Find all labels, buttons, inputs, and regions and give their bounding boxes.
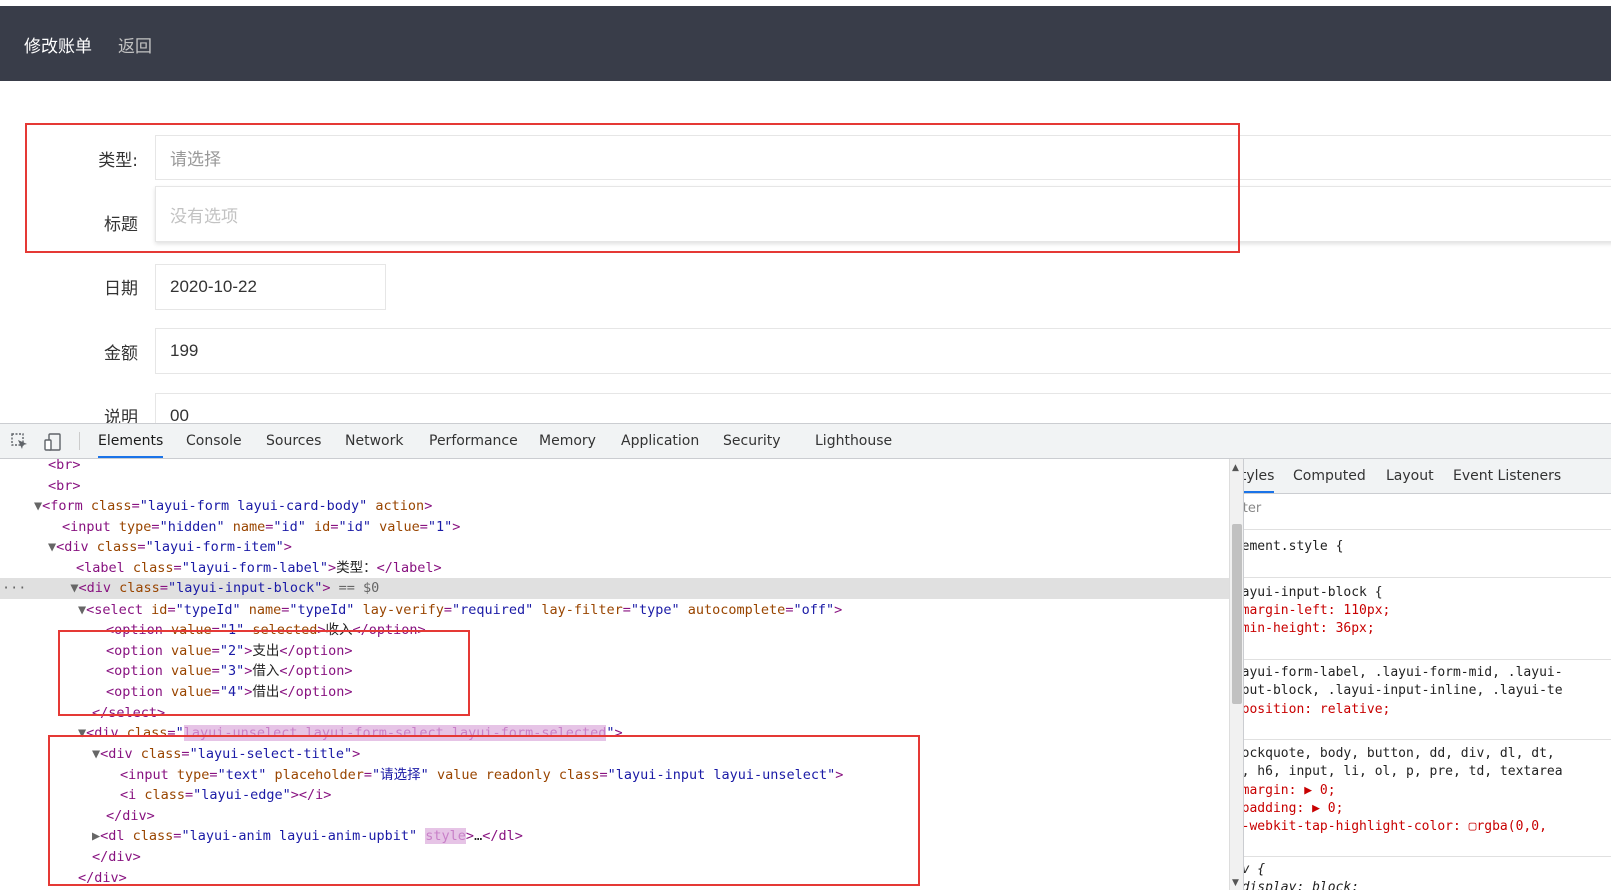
device-toolbar-icon[interactable] bbox=[43, 432, 63, 452]
amount-input[interactable]: 199 bbox=[155, 328, 1611, 374]
styles-divider bbox=[1244, 856, 1611, 857]
date-label: 日期 bbox=[104, 279, 138, 299]
amount-value: 199 bbox=[170, 341, 199, 360]
devtools-toolbar: Elements Console Sources Network Perform… bbox=[0, 424, 1611, 459]
note-input[interactable]: 00 bbox=[155, 393, 1611, 423]
note-label: 说明 bbox=[104, 408, 138, 423]
tab-console[interactable]: Console bbox=[186, 424, 242, 458]
amount-label: 金额 bbox=[104, 344, 138, 364]
scroll-up-icon[interactable]: ▲ bbox=[1232, 463, 1239, 473]
date-value: 2020-10-22 bbox=[170, 277, 257, 296]
tab-event-listeners[interactable]: Event Listeners bbox=[1453, 459, 1561, 493]
style-rule-line: .layui-form-label, .layui-form-mid, .lay… bbox=[1243, 665, 1563, 680]
scroll-thumb[interactable] bbox=[1232, 524, 1242, 704]
annotation-box-form bbox=[25, 123, 1240, 253]
styles-divider bbox=[1244, 529, 1611, 530]
dom-node-br[interactable]: <br> bbox=[0, 476, 1229, 497]
nav-title[interactable]: 修改账单 bbox=[24, 32, 92, 57]
tab-computed[interactable]: Computed bbox=[1293, 459, 1366, 493]
dom-node-label[interactable]: <label class="layui-form-label">类型：</lab… bbox=[0, 558, 1229, 579]
tab-memory[interactable]: Memory bbox=[539, 424, 596, 458]
styles-pane: Styles Computed Layout Event Listeners F… bbox=[1243, 459, 1611, 890]
style-rule-line: div { bbox=[1244, 862, 1266, 877]
dom-node-input-hidden[interactable]: <input type="hidden" name="id" id="id" v… bbox=[0, 517, 1229, 538]
tab-security[interactable]: Security bbox=[723, 424, 781, 458]
app-viewport: 修改账单 返回 类型: 请选择 标题 没有选项 日期 2020-10-22 金额… bbox=[0, 0, 1611, 423]
styles-filter-input[interactable]: Filter bbox=[1244, 501, 1261, 516]
style-prop-line: padding: ▶ 0; bbox=[1243, 801, 1344, 816]
style-rule-line: input-block, .layui-input-inline, .layui… bbox=[1243, 683, 1563, 698]
tab-performance[interactable]: Performance bbox=[429, 424, 518, 458]
style-rule-line: element.style { bbox=[1244, 539, 1344, 554]
style-prop-line: margin-left: 110px; bbox=[1243, 603, 1391, 618]
tab-network[interactable]: Network bbox=[345, 424, 403, 458]
styles-divider bbox=[1244, 739, 1611, 740]
dom-node-form-item[interactable]: ▼<div class="layui-form-item"> bbox=[0, 537, 1229, 558]
styles-divider bbox=[1244, 577, 1611, 578]
style-rule-line: h5, h6, input, li, ol, p, pre, td, texta… bbox=[1243, 764, 1563, 779]
inspect-element-icon[interactable] bbox=[10, 432, 30, 452]
nav-back-link[interactable]: 返回 bbox=[118, 32, 152, 57]
tab-elements[interactable]: Elements bbox=[98, 424, 164, 458]
dom-node-form[interactable]: ▼<form class="layui-form layui-card-body… bbox=[0, 496, 1229, 517]
toolbar-divider bbox=[79, 432, 80, 450]
dom-node-input-block-selected[interactable]: ··· ▼<div class="layui-input-block"> == $… bbox=[0, 578, 1229, 599]
devtools-panel: Elements Console Sources Network Perform… bbox=[0, 423, 1611, 890]
note-value: 00 bbox=[170, 406, 189, 423]
annotation-box-select-wrapper bbox=[48, 735, 920, 886]
row-ellipsis: ··· bbox=[2, 580, 27, 596]
tab-sources[interactable]: Sources bbox=[266, 424, 321, 458]
styles-divider bbox=[1244, 659, 1611, 660]
tab-styles[interactable]: Styles bbox=[1244, 459, 1275, 493]
style-rule-line: blockquote, body, button, dd, div, dl, d… bbox=[1243, 746, 1555, 761]
dom-node-br[interactable]: <br> bbox=[0, 459, 1229, 476]
style-prop-line: margin: ▶ 0; bbox=[1243, 783, 1336, 798]
scroll-down-icon[interactable]: ▼ bbox=[1232, 878, 1239, 888]
tab-layout[interactable]: Layout bbox=[1386, 459, 1434, 493]
dom-node-select[interactable]: ▼<select id="typeId" name="typeId" lay-v… bbox=[0, 600, 1229, 621]
style-prop-line: min-height: 36px; bbox=[1243, 621, 1375, 636]
elements-scrollbar[interactable]: ▲ ▼ bbox=[1229, 459, 1244, 890]
elements-tree: <br> <br> ▼<form class="layui-form layui… bbox=[0, 459, 1229, 890]
tab-application[interactable]: Application bbox=[621, 424, 699, 458]
date-input[interactable]: 2020-10-22 bbox=[155, 264, 386, 310]
style-prop-line: -webkit-tap-highlight-color: ▢rgba(0,0, bbox=[1243, 819, 1547, 834]
tab-lighthouse[interactable]: Lighthouse bbox=[815, 424, 892, 458]
styles-tabs: Styles Computed Layout Event Listeners bbox=[1244, 459, 1611, 494]
annotation-box-options bbox=[58, 630, 470, 716]
top-navbar: 修改账单 返回 bbox=[0, 6, 1611, 81]
style-rule-line: .layui-input-block { bbox=[1243, 585, 1383, 600]
style-prop-line: position: relative; bbox=[1243, 702, 1391, 717]
